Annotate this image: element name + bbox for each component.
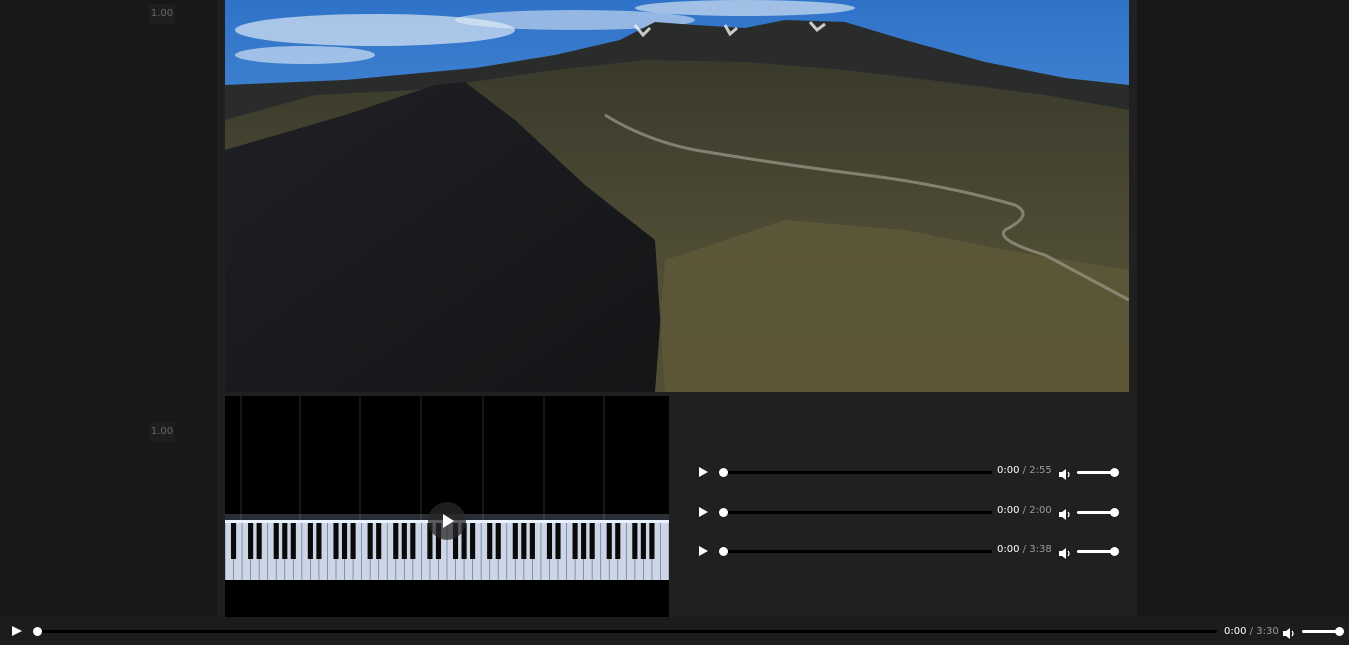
- black-key: [341, 523, 348, 559]
- landscape-video[interactable]: [225, 0, 1129, 392]
- audio-time: 0:00 / 3:38: [997, 544, 1052, 555]
- black-key: [350, 523, 356, 559]
- black-key: [606, 523, 612, 559]
- black-key: [615, 523, 621, 559]
- volume-slider-handle[interactable]: [1110, 547, 1119, 556]
- black-key: [282, 523, 288, 559]
- volume-icon[interactable]: [1058, 506, 1072, 520]
- main-player-controls: 0:00 / 3:30: [0, 617, 1349, 645]
- volume-icon[interactable]: [1058, 545, 1072, 559]
- black-key: [376, 523, 382, 559]
- audio-progress-handle[interactable]: [719, 508, 728, 517]
- audio-progress-track[interactable]: [723, 471, 992, 474]
- main-progress-handle[interactable]: [33, 627, 42, 636]
- audio-player: 0:00 / 2:55: [685, 456, 1129, 488]
- main-player-time: 0:00 / 3:30: [1224, 626, 1279, 637]
- black-key: [487, 523, 493, 559]
- audio-player: 0:00 / 3:38: [685, 535, 1129, 567]
- black-key: [632, 523, 638, 559]
- black-key: [512, 523, 518, 559]
- playback-rate-label: 1.00: [149, 422, 175, 442]
- black-key: [521, 523, 527, 559]
- play-icon[interactable]: [698, 507, 708, 518]
- playback-rate-label: 1.00: [149, 4, 175, 24]
- audio-time: 0:00 / 2:00: [997, 505, 1052, 516]
- black-key: [273, 523, 279, 559]
- volume-icon[interactable]: [1282, 625, 1296, 639]
- audio-time: 0:00 / 2:55: [997, 465, 1052, 476]
- piano-video-play-button[interactable]: [428, 502, 466, 540]
- black-key: [470, 523, 476, 559]
- play-icon[interactable]: [12, 626, 22, 637]
- play-icon[interactable]: [698, 467, 708, 478]
- black-key: [640, 523, 646, 559]
- main-progress-track[interactable]: [38, 630, 1217, 633]
- black-key: [546, 523, 553, 559]
- media-page: 1.00 1.00 0:00 / 2:55 0:00 / 2:00 0:00 /…: [0, 0, 1349, 645]
- play-icon[interactable]: [698, 546, 708, 557]
- black-key: [393, 523, 399, 559]
- black-key: [248, 523, 254, 559]
- black-key: [307, 523, 313, 559]
- volume-slider-handle[interactable]: [1335, 627, 1344, 636]
- black-key: [367, 523, 373, 559]
- audio-player: 0:00 / 2:00: [685, 496, 1129, 528]
- volume-slider-handle[interactable]: [1110, 508, 1119, 517]
- black-key: [529, 523, 535, 559]
- black-key: [401, 523, 407, 559]
- black-key: [649, 523, 655, 559]
- black-key: [230, 523, 237, 559]
- black-key: [256, 523, 262, 559]
- black-key: [555, 523, 561, 559]
- left-gutter: [0, 0, 217, 617]
- audio-progress-track[interactable]: [723, 550, 992, 553]
- black-key: [572, 523, 578, 559]
- volume-slider-handle[interactable]: [1110, 468, 1119, 477]
- audio-players-panel: 0:00 / 2:55 0:00 / 2:00 0:00 / 3:38: [685, 456, 1129, 576]
- black-key: [581, 523, 587, 559]
- black-key: [495, 523, 501, 559]
- right-gutter: [1137, 0, 1349, 617]
- black-key: [589, 523, 595, 559]
- volume-icon[interactable]: [1058, 466, 1072, 480]
- audio-progress-handle[interactable]: [719, 547, 728, 556]
- mountain-landscape-frame: [225, 0, 1129, 392]
- audio-progress-handle[interactable]: [719, 468, 728, 477]
- black-key: [410, 523, 416, 559]
- audio-progress-track[interactable]: [723, 511, 992, 514]
- black-key: [333, 523, 339, 559]
- black-key: [316, 523, 322, 559]
- black-key: [290, 523, 296, 559]
